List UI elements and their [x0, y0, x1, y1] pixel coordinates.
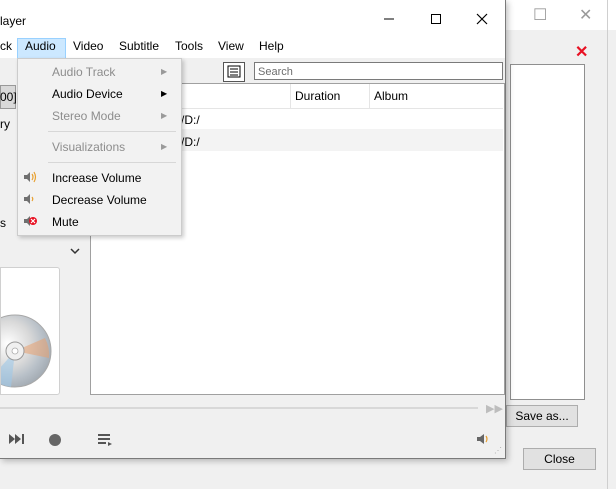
minimize-icon — [384, 18, 394, 20]
table-row[interactable]: /D:/ — [181, 135, 200, 149]
seek-bar[interactable] — [0, 407, 478, 409]
maximize-button[interactable] — [413, 6, 459, 32]
sidebar-item-library[interactable]: ry — [0, 117, 10, 131]
close-button[interactable] — [459, 6, 505, 32]
maximize-icon — [431, 14, 441, 24]
menu-video[interactable]: Video — [73, 39, 103, 53]
menu-separator — [48, 162, 176, 163]
menu-item-audio-track[interactable]: Audio Track — [52, 65, 115, 79]
menu-separator — [48, 131, 176, 132]
close-icon[interactable]: ✕ — [579, 8, 592, 24]
volume-up-icon — [23, 171, 39, 186]
album-art — [0, 267, 60, 395]
background-listbox[interactable] — [510, 64, 585, 400]
red-x-icon[interactable]: ✕ — [575, 42, 588, 62]
search-input[interactable]: Search — [254, 62, 503, 80]
maximize-icon[interactable]: ☐ — [533, 8, 547, 24]
menu-item-audio-device[interactable]: Audio Device — [52, 87, 123, 101]
menu-item-stereo-mode[interactable]: Stereo Mode — [52, 109, 121, 123]
column-album[interactable]: Album — [374, 89, 408, 103]
chevron-down-icon[interactable] — [70, 244, 80, 258]
playlist-view-button[interactable] — [223, 62, 245, 82]
column-divider — [290, 84, 291, 108]
resize-grip-icon[interactable]: ⋰ — [494, 446, 502, 455]
window-title: layer — [0, 14, 27, 28]
background-border — [607, 0, 608, 489]
disc-icon — [0, 314, 52, 388]
volume-down-icon — [23, 193, 39, 208]
submenu-arrow-icon: ▶ — [161, 89, 168, 98]
menu-item-mute[interactable]: Mute — [52, 215, 79, 229]
menu-tools[interactable]: Tools — [175, 39, 203, 53]
menu-subtitle[interactable]: Subtitle — [119, 39, 159, 53]
submenu-arrow-icon: ▶ — [161, 142, 168, 151]
next-icon[interactable] — [8, 433, 26, 448]
stop-icon[interactable] — [48, 433, 62, 450]
save-as-button[interactable]: Save as... — [506, 405, 578, 427]
menu-help[interactable]: Help — [259, 39, 284, 53]
table-row[interactable]: /D:/ — [181, 113, 200, 127]
menu-view[interactable]: View — [218, 39, 244, 53]
list-view-icon — [227, 65, 241, 78]
submenu-arrow-icon: ▶ — [161, 111, 168, 120]
menu-item-increase-volume[interactable]: Increase Volume — [52, 171, 141, 185]
close-icon — [476, 13, 488, 25]
minimize-button[interactable] — [366, 6, 412, 32]
submenu-arrow-icon: ▶ — [161, 67, 168, 76]
close-button[interactable]: Close — [523, 448, 596, 470]
column-duration[interactable]: Duration — [295, 89, 340, 103]
menu-audio[interactable]: Audio — [25, 39, 56, 53]
column-divider — [369, 84, 370, 108]
volume-icon[interactable] — [476, 433, 490, 448]
sidebar-item-other[interactable]: s — [0, 216, 6, 230]
menu-playback[interactable]: ck — [0, 39, 12, 53]
menu-item-decrease-volume[interactable]: Decrease Volume — [52, 193, 147, 207]
sidebar-item-playlist[interactable]: 00] — [0, 90, 17, 104]
mute-icon — [23, 215, 39, 230]
menu-item-visualizations[interactable]: Visualizations — [52, 140, 125, 154]
playlist-icon[interactable] — [97, 433, 113, 450]
fast-forward-icon: ▶▶ — [486, 403, 503, 415]
